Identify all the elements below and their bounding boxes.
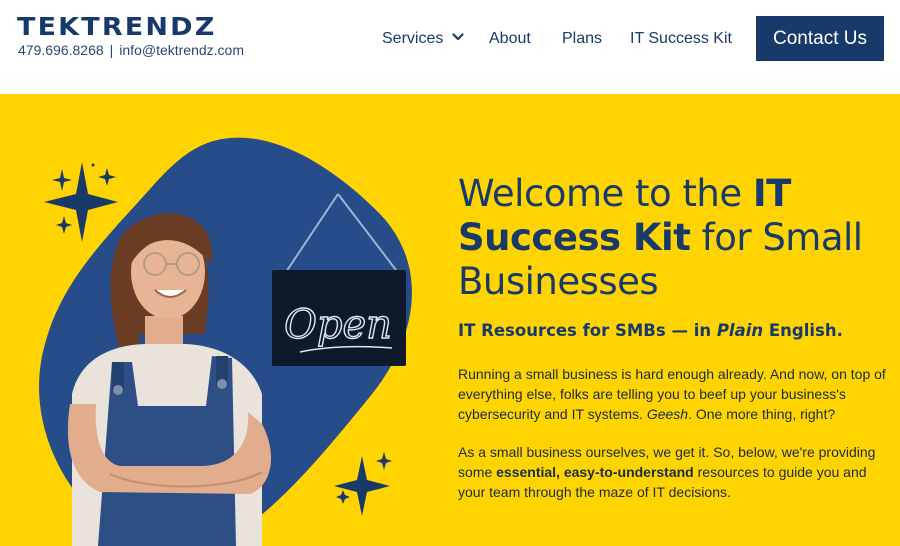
hero-section: Open Welcome to the IT Success Kit for S… <box>0 94 900 546</box>
sparkle-icon <box>334 452 392 516</box>
hero-title: Welcome to the IT Success Kit for Small … <box>458 172 863 303</box>
chevron-down-icon <box>452 33 464 41</box>
nav-services[interactable]: Services <box>382 30 464 48</box>
nav-it-success-kit[interactable]: IT Success Kit <box>630 30 732 48</box>
phone-link[interactable]: 479.696.8268 <box>18 42 104 58</box>
resources-paragraph: As a small business ourselves, we get it… <box>458 444 876 500</box>
site-header: TEKTRENDZ 479.696.8268 | info@tektrendz.co… <box>0 0 900 94</box>
sparkle-icon <box>44 162 118 242</box>
contact-us-button[interactable]: Contact Us <box>756 16 884 61</box>
svg-text:Open: Open <box>284 302 392 348</box>
nav-plans[interactable]: Plans <box>562 30 602 48</box>
contact-line: 479.696.8268 | info@tektrendz.com <box>18 42 244 58</box>
hero-illustration: Open <box>39 137 412 546</box>
email-link[interactable]: info@tektrendz.com <box>119 42 244 58</box>
intro-paragraph: Running a small business is hard enough … <box>458 366 886 422</box>
nav-services-label: Services <box>382 30 444 47</box>
nav-about[interactable]: About <box>489 30 531 48</box>
contact-separator: | <box>109 42 114 58</box>
hero-subtitle: IT Resources for SMBs — in Plain English… <box>458 321 843 340</box>
site-logo[interactable]: TEKTRENDZ <box>17 12 216 41</box>
